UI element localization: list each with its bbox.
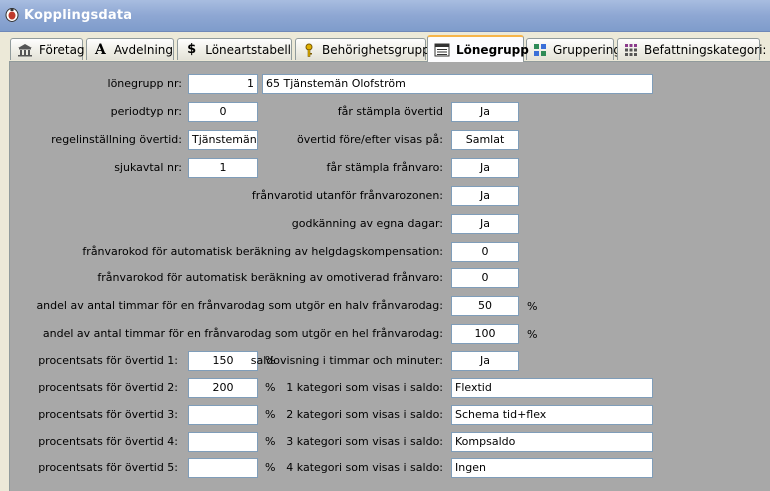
tab-foretag[interactable]: Företag: [10, 38, 85, 60]
godkanning-field[interactable]: Ja: [451, 214, 519, 234]
kategori2-label: 2 kategori som visas i saldo:: [286, 408, 443, 421]
tab-loneartstabell[interactable]: $ Löneartstabell: [177, 38, 292, 60]
kategori1-field[interactable]: Flextid: [451, 378, 653, 398]
tab-label: Gruppering: [553, 42, 621, 57]
percent-sign: %: [265, 461, 276, 474]
tab-gruppering[interactable]: Gruppering: [526, 38, 621, 60]
lonegrupp-name-field[interactable]: 65 Tjänstemän Olofström: [262, 74, 653, 94]
overtid3-label: procentsats för övertid 3:: [38, 408, 178, 421]
tab-behorighetsgrupp[interactable]: Behörighetsgrupp: [295, 38, 430, 60]
regel-field[interactable]: Tjänstemän: [188, 130, 258, 150]
percent-sign: %: [527, 328, 538, 341]
lonegrupp-field[interactable]: 1: [188, 74, 258, 94]
percent-sign: %: [527, 300, 538, 313]
window-title: Kopplingsdata: [24, 8, 133, 23]
sjukavtal-field[interactable]: 1: [188, 158, 258, 178]
table-icon: [624, 43, 638, 57]
overtid2-label: procentsats för övertid 2:: [38, 381, 178, 394]
halv-franvarodag-label: andel av antal timmar för en frånvarodag…: [36, 299, 443, 312]
stampla-overtid-field[interactable]: Ja: [451, 102, 519, 122]
list-icon: [434, 43, 450, 57]
franvarotid-label: frånvarotid utanför frånvarozonen:: [251, 189, 443, 202]
helgdag-field[interactable]: 0: [451, 242, 519, 262]
omotiverad-field[interactable]: 0: [451, 268, 519, 288]
percent-sign: %: [265, 435, 276, 448]
percent-sign: %: [265, 381, 276, 394]
helgdag-label: frånvarokod för automatisk beräkning av …: [82, 245, 443, 258]
overtid4-label: procentsats för övertid 4:: [38, 435, 178, 448]
halv-franvarodag-field[interactable]: 50: [451, 296, 519, 316]
percent-sign: %: [265, 408, 276, 421]
saldovisning-field[interactable]: Ja: [451, 351, 519, 371]
tab-label: Behörighetsgrupp: [322, 42, 430, 57]
franvarotid-field[interactable]: Ja: [451, 186, 519, 206]
overtid4-field[interactable]: [188, 432, 258, 452]
grid-icon: [533, 43, 547, 57]
kategori3-field[interactable]: Kompsaldo: [451, 432, 653, 452]
tab-label: Företag: [39, 42, 85, 57]
overtid2-field[interactable]: 200: [188, 378, 258, 398]
overtid-visas-label: övertid före/efter visas på:: [297, 133, 443, 146]
stampla-franvaro-label: får stämpla frånvaro:: [326, 161, 443, 174]
saldovisning-label: saldovisning i timmar och minuter:: [250, 354, 443, 367]
overtid1-label: procentsats för övertid 1:: [38, 354, 178, 367]
tab-avdelning[interactable]: A Avdelning: [86, 38, 174, 60]
title-bar: Kopplingsdata: [0, 0, 770, 32]
hel-franvarodag-field[interactable]: 100: [451, 324, 519, 344]
stampla-franvaro-field[interactable]: Ja: [451, 158, 519, 178]
bank-icon: [17, 43, 33, 57]
overtid5-label: procentsats för övertid 5:: [38, 461, 178, 474]
dollar-icon: $: [187, 42, 197, 57]
sjukavtal-label: sjukavtal nr:: [114, 161, 182, 174]
tab-lonegrupp[interactable]: Lönegrupp: [427, 35, 529, 62]
kategori4-field[interactable]: Ingen: [451, 458, 653, 478]
kategori2-field[interactable]: Schema tid+flex: [451, 405, 653, 425]
overtid-visas-field[interactable]: Samlat: [451, 130, 519, 150]
overtid3-field[interactable]: [188, 405, 258, 425]
lonegrupp-label: lönegrupp nr:: [107, 77, 182, 90]
tab-label: Befattningskategori:: [644, 42, 767, 57]
regel-label: regelinställning övertid:: [51, 133, 182, 146]
periodtyp-field[interactable]: 0: [188, 102, 258, 122]
hel-franvarodag-label: andel av antal timmar för en frånvarodag…: [42, 327, 443, 340]
tab-strip: Företag A Avdelning $ Löneartstabell Beh…: [0, 32, 770, 62]
godkanning-label: godkänning av egna dagar:: [291, 217, 443, 230]
kategori3-label: 3 kategori som visas i saldo:: [286, 435, 443, 448]
tab-label: Lönegrupp: [456, 42, 529, 57]
overtid1-field[interactable]: 150: [188, 351, 258, 371]
tab-befattningskategori[interactable]: Befattningskategori:: [617, 38, 766, 60]
kategori1-label: 1 kategori som visas i saldo:: [286, 381, 443, 394]
key-icon: [302, 43, 316, 57]
kategori4-label: 4 kategori som visas i saldo:: [286, 461, 443, 474]
omotiverad-label: frånvarokod för automatisk beräkning av …: [97, 271, 443, 284]
app-icon: [5, 8, 19, 22]
overtid5-field[interactable]: [188, 458, 258, 478]
tab-label: Löneartstabell: [205, 42, 291, 57]
letter-a-icon: A: [95, 41, 106, 58]
stampla-overtid-label: får stämpla övertid: [337, 105, 443, 118]
tab-label: Avdelning: [113, 42, 173, 57]
periodtyp-label: periodtyp nr:: [110, 105, 182, 118]
